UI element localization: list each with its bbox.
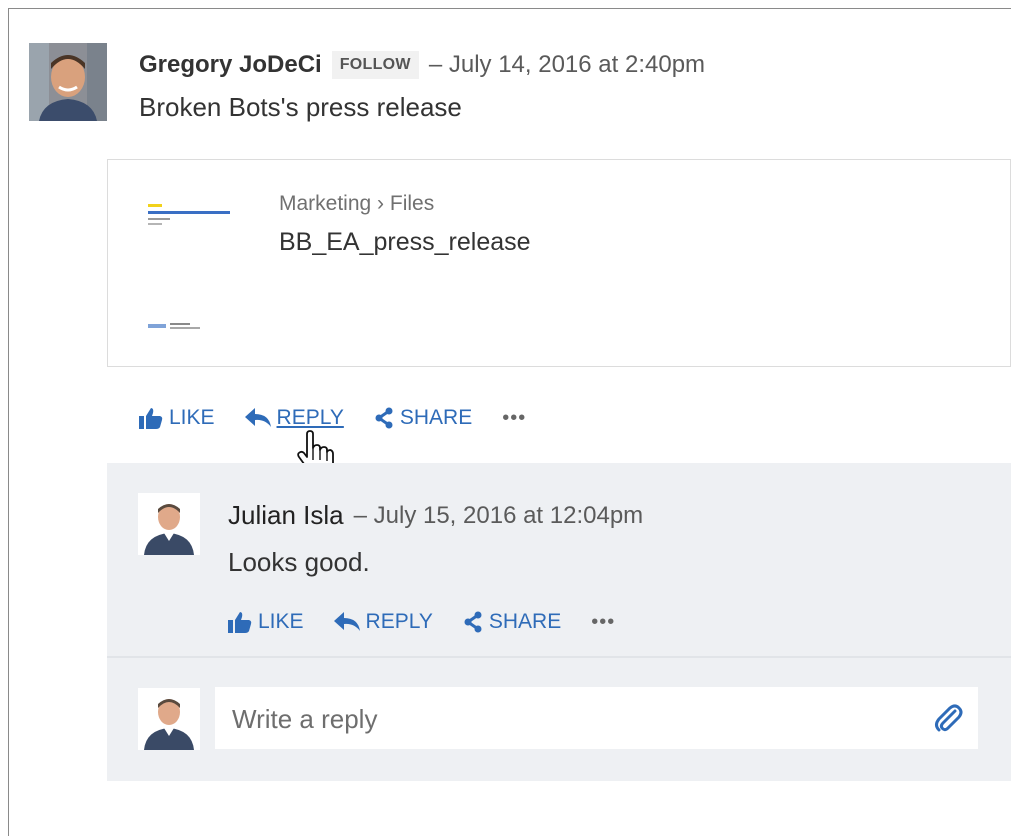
share-button[interactable]: SHARE (463, 610, 561, 634)
avatar[interactable] (29, 43, 107, 121)
post-header: Gregory JoDeCi FOLLOW – July 14, 2016 at… (139, 48, 705, 82)
avatar[interactable] (138, 493, 200, 555)
reply-label: REPLY (365, 610, 433, 633)
share-label: SHARE (399, 406, 473, 429)
reply-label: REPLY (276, 406, 344, 429)
avatar (138, 688, 200, 750)
like-button[interactable]: LIKE (228, 610, 304, 634)
more-icon[interactable]: ••• (502, 407, 526, 430)
share-button[interactable]: SHARE (374, 406, 472, 430)
reply-arrow-icon (333, 612, 360, 631)
file-name[interactable]: BB_EA_press_release (279, 228, 531, 257)
more-icon[interactable]: ••• (591, 611, 615, 634)
post-text: Broken Bots's press release (139, 92, 462, 122)
thumbs-up-icon (139, 408, 163, 429)
file-attachment-card[interactable]: Marketing › Files BB_EA_press_release (107, 159, 1011, 367)
reply-author-name[interactable]: Julian Isla (228, 500, 344, 531)
share-label: SHARE (488, 610, 562, 633)
follow-button[interactable]: FOLLOW (331, 51, 419, 79)
share-icon (464, 611, 482, 633)
reply-header: Julian Isla – July 15, 2016 at 12:04pm (228, 500, 643, 531)
reply-action-bar: LIKE REPLY SHARE ••• (228, 610, 615, 634)
file-breadcrumb[interactable]: Marketing › Files (279, 192, 434, 216)
thumbs-up-icon (228, 612, 252, 633)
reply-composer (215, 687, 978, 749)
document-thumbnail (148, 196, 248, 346)
reply-timestamp: – July 15, 2016 at 12:04pm (353, 501, 644, 529)
share-icon (375, 407, 393, 429)
paperclip-icon[interactable] (931, 702, 965, 736)
reply-input[interactable] (230, 698, 924, 740)
reply-button[interactable]: REPLY (244, 406, 344, 430)
like-label: LIKE (169, 406, 215, 429)
reply-arrow-icon (244, 408, 271, 427)
divider (107, 656, 1011, 658)
reply-text: Looks good. (228, 547, 370, 577)
like-label: LIKE (258, 610, 304, 633)
post-timestamp: – July 14, 2016 at 2:40pm (428, 51, 706, 78)
reply-button[interactable]: REPLY (333, 610, 433, 634)
post-author-name[interactable]: Gregory JoDeCi (139, 51, 322, 79)
like-button[interactable]: LIKE (139, 406, 215, 430)
post-action-bar: LIKE REPLY SHARE ••• (139, 406, 526, 430)
